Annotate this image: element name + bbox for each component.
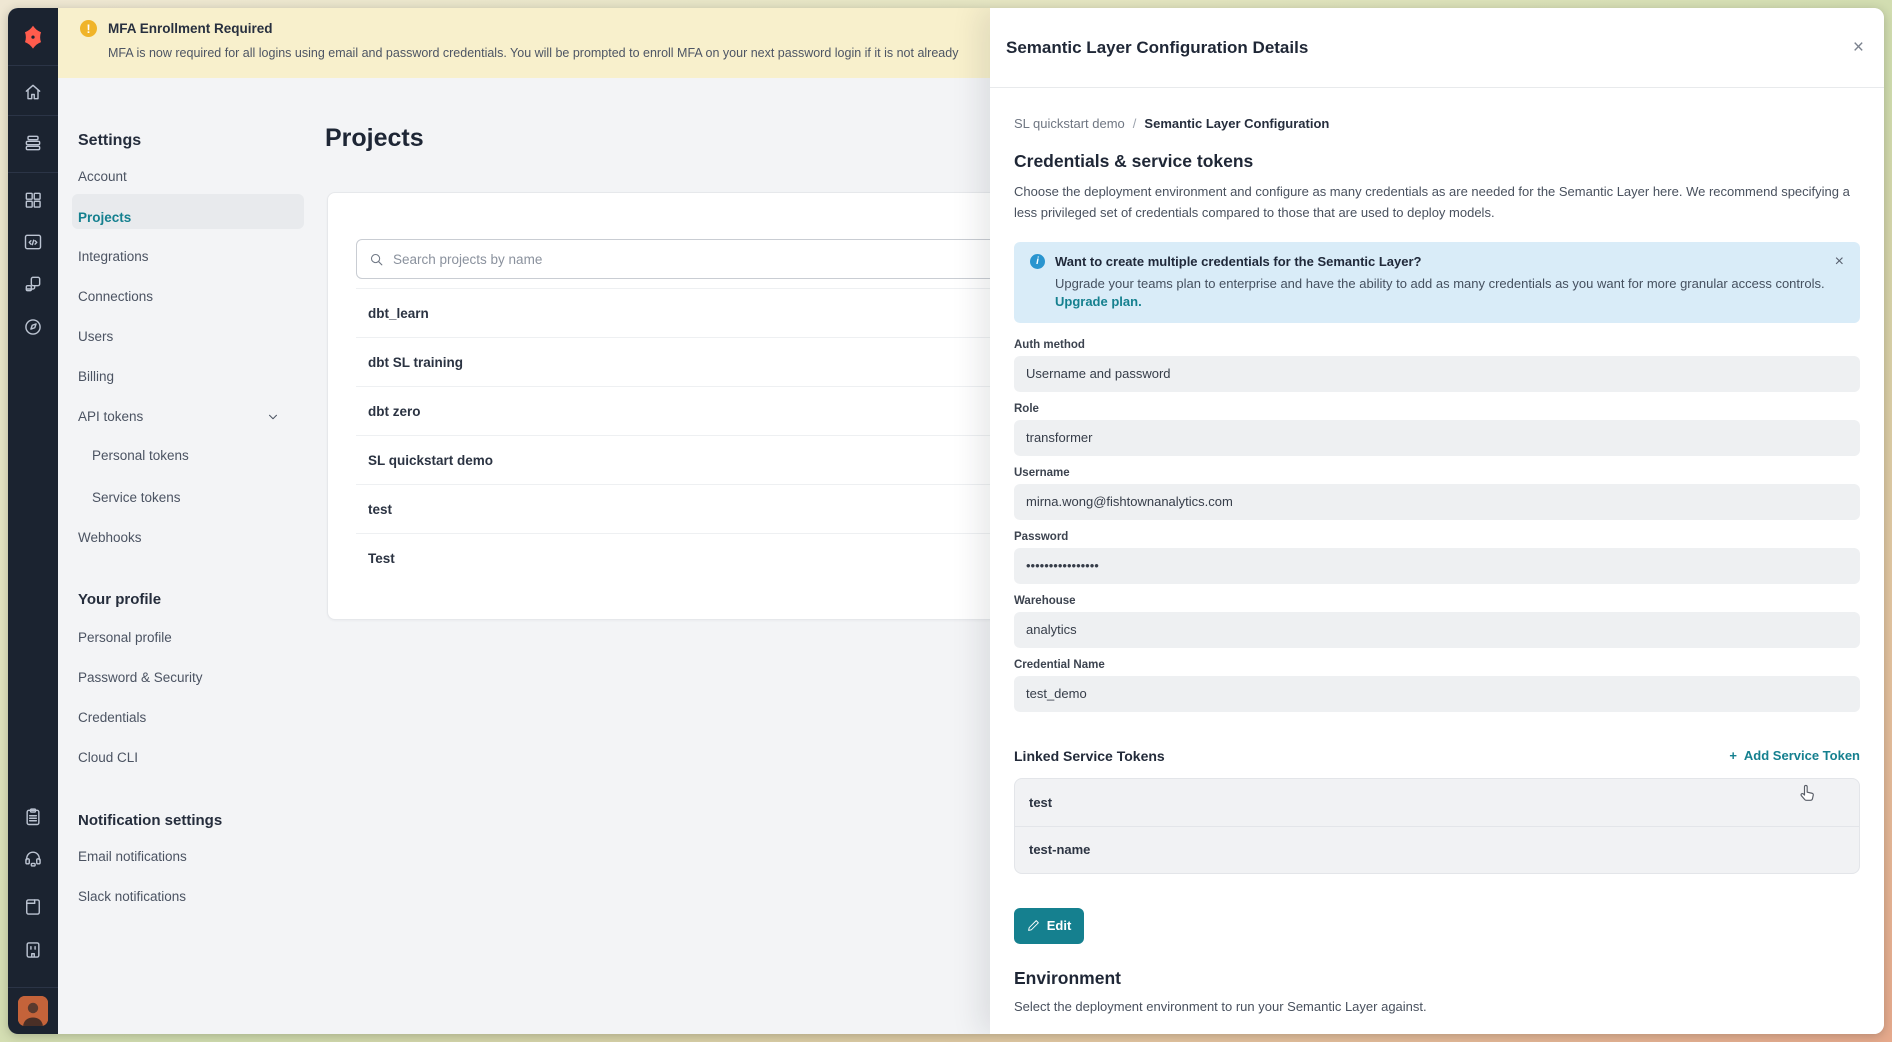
username-label: Username [1014, 467, 1860, 479]
upgrade-alert-title: Want to create multiple credentials for … [1055, 254, 1422, 269]
auth-method-label: Auth method [1014, 339, 1860, 351]
drawer-body: SL quickstart demo / Semantic Layer Conf… [990, 116, 1884, 1014]
dashboard-grid-icon[interactable] [8, 183, 58, 217]
project-row[interactable]: dbt_learn [356, 288, 1018, 337]
project-row[interactable]: test [356, 484, 1018, 533]
linked-service-tokens-title: Linked Service Tokens [1014, 748, 1165, 764]
home-icon[interactable] [8, 75, 58, 109]
project-row[interactable]: dbt SL training [356, 337, 1018, 386]
nav-item-connections[interactable]: Connections [78, 289, 153, 304]
deploy-icon[interactable] [8, 126, 58, 160]
explore-compass-icon[interactable] [8, 310, 58, 344]
auth-method-value: Username and password [1014, 356, 1860, 392]
dbt-logo-icon [20, 24, 46, 50]
organization-icon[interactable] [8, 933, 58, 967]
credential-name-value: test_demo [1014, 676, 1860, 712]
credentials-section-description: Choose the deployment environment and co… [1014, 182, 1856, 224]
role-label: Role [1014, 403, 1860, 415]
nav-item-billing[interactable]: Billing [78, 369, 114, 384]
service-token-row[interactable]: test-name [1015, 826, 1859, 873]
mfa-banner-title: MFA Enrollment Required [108, 19, 273, 38]
page-title: Projects [325, 124, 424, 153]
username-value: mirna.wong@fishtownanalytics.com [1014, 484, 1860, 520]
upgrade-plan-link[interactable]: Upgrade plan. [1055, 293, 1846, 311]
project-row[interactable]: Test [356, 533, 1018, 582]
project-row[interactable]: dbt zero [356, 386, 1018, 435]
info-icon: i [1030, 254, 1045, 269]
pencil-icon [1027, 919, 1040, 932]
changelog-clipboard-icon[interactable] [8, 800, 58, 834]
breadcrumb-separator: / [1133, 116, 1137, 131]
project-search[interactable] [356, 239, 1018, 279]
nav-item-personal-tokens[interactable]: Personal tokens [92, 448, 189, 463]
warehouse-value: analytics [1014, 612, 1860, 648]
develop-branch-icon[interactable] [8, 267, 58, 301]
add-service-token-label: Add Service Token [1744, 748, 1860, 763]
icon-rail [8, 8, 58, 1034]
user-avatar[interactable] [18, 996, 48, 1026]
breadcrumb-project[interactable]: SL quickstart demo [1014, 116, 1125, 131]
edit-button-label: Edit [1047, 918, 1072, 933]
rail-divider [8, 115, 58, 116]
upgrade-alert: i Want to create multiple credentials fo… [1014, 242, 1860, 323]
nav-section-your-profile: Your profile [78, 591, 161, 608]
search-input[interactable] [393, 252, 953, 267]
drawer-header: Semantic Layer Configuration Details × [990, 8, 1884, 88]
nav-item-webhooks[interactable]: Webhooks [78, 530, 142, 545]
chevron-down-icon[interactable] [266, 410, 280, 429]
rail-divider [8, 987, 58, 988]
alert-close-icon[interactable]: × [1835, 254, 1844, 270]
nav-item-service-tokens[interactable]: Service tokens [92, 490, 181, 505]
nav-item-password-security[interactable]: Password & Security [78, 670, 203, 685]
credentials-section-title: Credentials & service tokens [1014, 151, 1860, 172]
credential-fields: Auth method Username and password Role t… [1014, 339, 1860, 712]
service-token-row[interactable]: test [1015, 779, 1859, 826]
nav-item-projects[interactable]: Projects [78, 210, 131, 225]
app-window: ! MFA Enrollment Required MFA is now req… [8, 8, 1884, 1034]
plus-icon: + [1729, 748, 1737, 763]
support-headset-icon[interactable] [8, 841, 58, 875]
credential-name-label: Credential Name [1014, 659, 1860, 671]
environment-section-title: Environment [1014, 968, 1860, 989]
warning-icon: ! [80, 20, 97, 37]
upgrade-alert-body: Upgrade your teams plan to enterprise an… [1055, 275, 1846, 293]
docs-book-icon[interactable] [8, 890, 58, 924]
project-row[interactable]: SL quickstart demo [356, 435, 1018, 484]
close-icon[interactable]: × [1853, 38, 1864, 57]
mfa-banner: ! MFA Enrollment Required MFA is now req… [58, 8, 990, 78]
nav-item-email-notifications[interactable]: Email notifications [78, 849, 187, 864]
service-token-list: test test-name [1014, 778, 1860, 874]
nav-item-integrations[interactable]: Integrations [78, 249, 149, 264]
nav-item-account[interactable]: Account [78, 169, 127, 184]
warehouse-label: Warehouse [1014, 595, 1860, 607]
nav-item-cloud-cli[interactable]: Cloud CLI [78, 750, 138, 765]
search-icon [369, 252, 384, 267]
mfa-banner-body: MFA is now required for all logins using… [108, 44, 990, 62]
environment-section-description: Select the deployment environment to run… [1014, 999, 1860, 1014]
drawer-title: Semantic Layer Configuration Details [1006, 38, 1853, 58]
breadcrumb: SL quickstart demo / Semantic Layer Conf… [1014, 116, 1860, 131]
password-label: Password [1014, 531, 1860, 543]
add-service-token-button[interactable]: + Add Service Token [1729, 748, 1860, 763]
edit-button[interactable]: Edit [1014, 908, 1084, 944]
ide-code-icon[interactable] [8, 225, 58, 259]
nav-item-users[interactable]: Users [78, 329, 113, 344]
nav-section-settings: Settings [78, 132, 141, 150]
project-list: dbt_learn dbt SL training dbt zero SL qu… [356, 288, 1018, 582]
nav-item-credentials[interactable]: Credentials [78, 710, 146, 725]
nav-item-slack-notifications[interactable]: Slack notifications [78, 889, 186, 904]
password-value: •••••••••••••••• [1014, 548, 1860, 584]
dbt-logo[interactable] [8, 8, 58, 66]
breadcrumb-current: Semantic Layer Configuration [1144, 116, 1329, 131]
rail-divider [8, 172, 58, 173]
role-value: transformer [1014, 420, 1860, 456]
semantic-layer-drawer: Semantic Layer Configuration Details × S… [990, 8, 1884, 1034]
nav-item-api-tokens[interactable]: API tokens [78, 409, 143, 424]
nav-section-notification-settings: Notification settings [78, 812, 222, 829]
nav-item-personal-profile[interactable]: Personal profile [78, 630, 172, 645]
projects-card: dbt_learn dbt SL training dbt zero SL qu… [327, 192, 1027, 620]
